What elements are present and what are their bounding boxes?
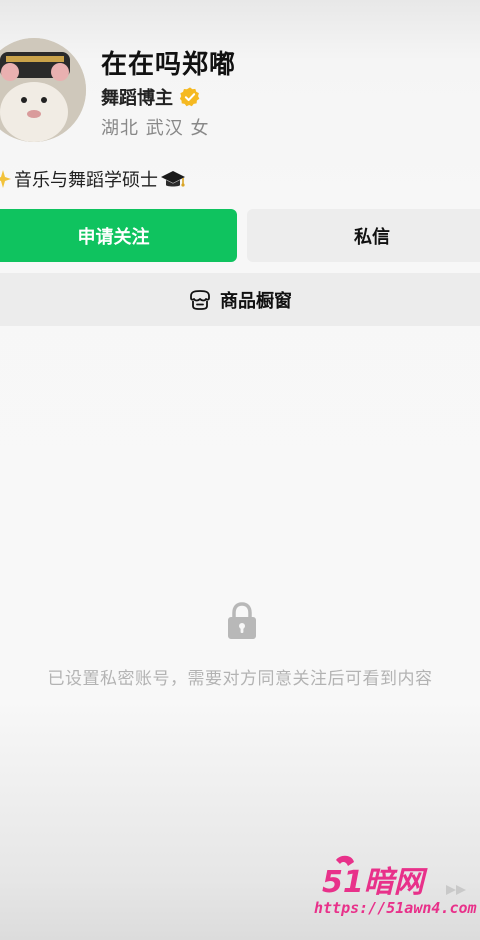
shop-window-label: 商品橱窗 (220, 290, 292, 312)
private-account-notice: 已设置私密账号，需要对方同意关注后可看到内容 (47, 669, 433, 689)
watermark-logo-text: 51暗网 (322, 865, 428, 900)
watermark-logo: 51暗网 (322, 855, 466, 900)
lock-icon (228, 602, 256, 639)
avatar[interactable] (0, 38, 86, 142)
profile-name: 在在吗郑嘟 (101, 50, 237, 80)
shop-window-tab[interactable]: 商品橱窗 (0, 273, 480, 326)
location-gender: 湖北 武汉 女 (101, 118, 210, 139)
role-label: 舞蹈博主 (101, 88, 173, 109)
watermark-url: https://51awn4.com (314, 899, 477, 917)
sparkle-icon (0, 170, 11, 188)
role-row: 舞蹈博主 (101, 84, 201, 110)
shop-window-icon (190, 289, 210, 310)
bio-row: 音乐与舞蹈学硕士 (0, 166, 186, 192)
message-button[interactable]: 私信 (247, 209, 480, 262)
graduation-cap-icon (161, 171, 185, 187)
verified-badge-icon (179, 87, 200, 107)
bio-text: 音乐与舞蹈学硕士 (14, 170, 158, 191)
request-follow-button[interactable]: 申请关注 (0, 209, 237, 262)
